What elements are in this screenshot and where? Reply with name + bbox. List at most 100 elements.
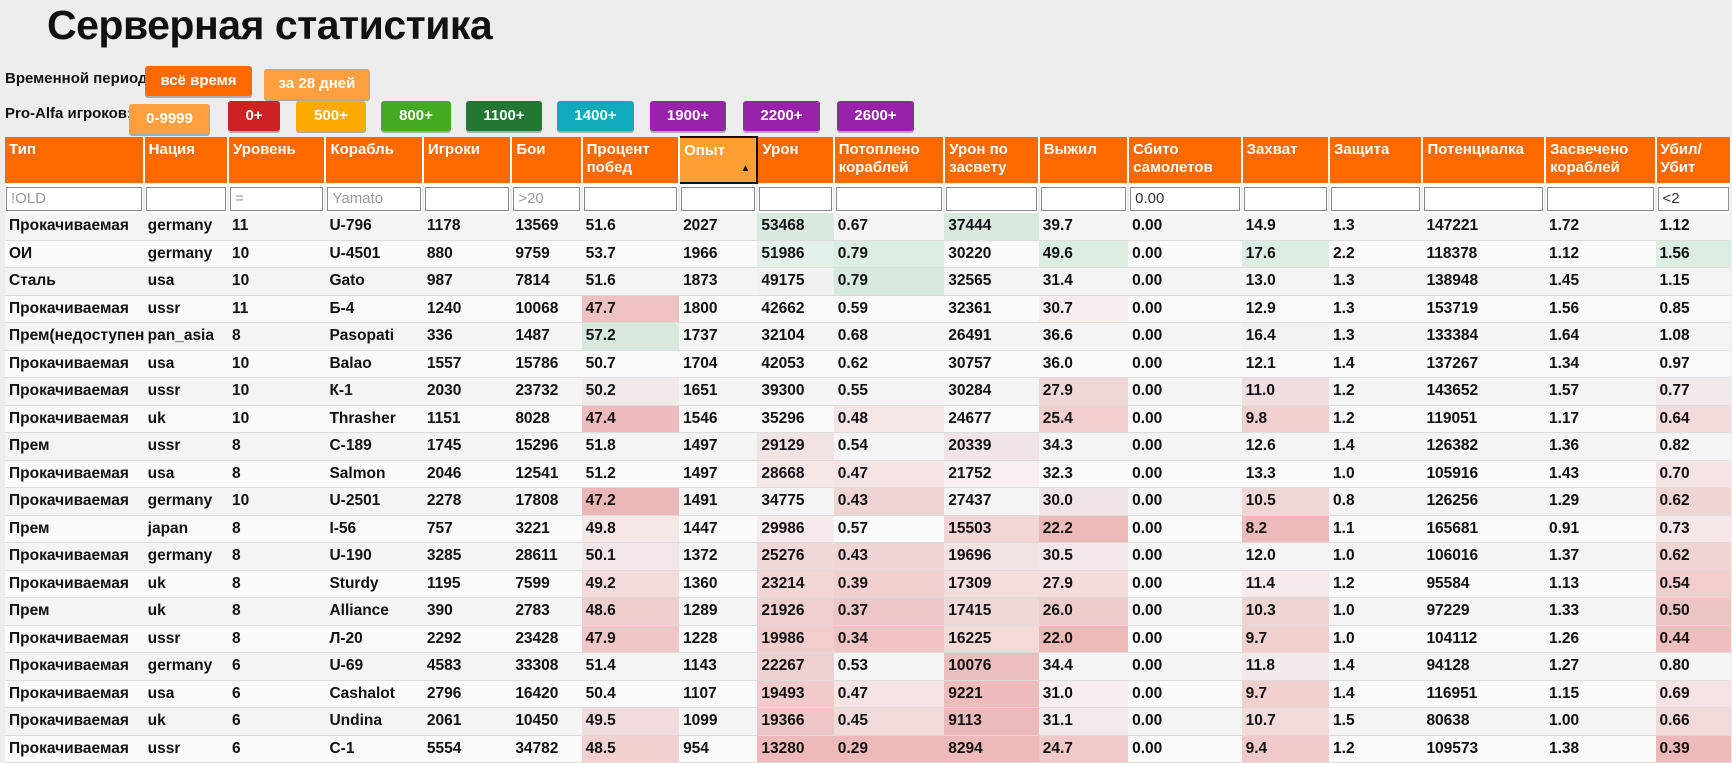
table-cell: 49.6	[1038, 240, 1129, 268]
column-header-5[interactable]: Бои	[511, 137, 583, 183]
table-cell: 13280	[757, 735, 834, 763]
filter-input-3[interactable]	[327, 186, 421, 211]
table-cell: 31.0	[1038, 680, 1129, 708]
column-header-label: Урон по засвету	[949, 141, 1008, 176]
table-cell: 47.9	[581, 625, 680, 653]
table-cell: 0.48	[833, 405, 945, 433]
column-header-9[interactable]: Потоплено кораблей	[833, 137, 946, 183]
pro-alfa-button-0[interactable]: 0-9999	[129, 104, 210, 134]
table-cell: Прокачиваемая	[5, 213, 144, 241]
table-cell: 0.79	[833, 240, 945, 268]
pro-alfa-button-3[interactable]: 800+	[381, 101, 451, 131]
column-header-15[interactable]: Потенциалка	[1422, 137, 1546, 183]
period-button-1[interactable]: за 28 дней	[264, 69, 370, 99]
column-header-11[interactable]: Выжил	[1038, 137, 1130, 183]
filter-input-16[interactable]	[1547, 186, 1654, 211]
filter-input-1[interactable]	[145, 186, 227, 211]
table-cell: Thrasher	[325, 405, 423, 433]
table-cell: 95584	[1422, 570, 1545, 598]
table-cell: 390	[422, 597, 512, 626]
table-cell: 1.37	[1545, 542, 1656, 571]
pro-alfa-button-2[interactable]: 500+	[296, 101, 366, 131]
table-cell: 0.66	[1655, 707, 1731, 736]
table-row: Прем uk 8 Alliance 390 2783 48.6 1289 21926 0.37 1…	[5, 597, 1731, 626]
column-header-1[interactable]: Нация	[143, 137, 230, 183]
column-header-4[interactable]: Игроки	[422, 137, 513, 183]
column-header-12[interactable]: Сбито самолетов	[1128, 137, 1243, 183]
table-cell: 1.0	[1329, 597, 1423, 626]
table-cell: 1.15	[1545, 680, 1656, 708]
column-header-6[interactable]: Процент побед	[581, 137, 681, 183]
filter-input-17[interactable]	[1657, 186, 1729, 211]
filter-input-14[interactable]	[1331, 186, 1421, 211]
filter-input-13[interactable]	[1243, 186, 1328, 211]
table-cell: 49.5	[581, 707, 680, 736]
column-header-label: Захват	[1246, 141, 1298, 158]
table-cell: 1651	[679, 377, 758, 406]
table-cell: 42662	[757, 295, 834, 323]
period-button-0[interactable]: всё время	[145, 66, 252, 96]
table-cell: 2046	[422, 460, 512, 488]
pro-alfa-button-7[interactable]: 2200+	[743, 101, 820, 131]
column-header-13[interactable]: Захват	[1241, 137, 1331, 183]
table-cell: 1.29	[1545, 487, 1656, 516]
table-cell: 2030	[422, 377, 512, 406]
table-cell: 1.26	[1545, 625, 1656, 653]
table-cell: Прем	[5, 597, 144, 626]
filter-input-10[interactable]	[946, 186, 1037, 211]
table-cell: 0.37	[833, 597, 945, 626]
filter-input-6[interactable]	[583, 186, 678, 211]
table-cell: 1546	[679, 405, 758, 433]
table-cell: 133384	[1422, 322, 1545, 351]
table-cell: 51.4	[581, 652, 680, 681]
column-header-16[interactable]: Засвечено кораблей	[1545, 137, 1657, 183]
table-cell: 10	[228, 350, 326, 378]
pro-alfa-button-5[interactable]: 1400+	[557, 101, 634, 131]
table-cell: 165681	[1422, 515, 1545, 543]
table-cell: 19986	[757, 625, 834, 653]
table-cell: 34782	[511, 735, 582, 763]
filter-input-9[interactable]	[835, 186, 943, 211]
column-header-17[interactable]: Убил/ Убит	[1655, 137, 1732, 183]
table-cell: 1966	[679, 240, 758, 268]
filter-input-2[interactable]	[230, 186, 324, 211]
column-header-2[interactable]: Уровень	[228, 137, 327, 183]
table-cell: Прем	[5, 432, 144, 461]
column-header-8[interactable]: Урон	[757, 137, 835, 183]
pro-alfa-button-8[interactable]: 2600+	[837, 101, 914, 131]
pro-alfa-button-6[interactable]: 1900+	[650, 101, 726, 131]
table-cell: 97229	[1422, 597, 1545, 626]
filter-input-15[interactable]	[1424, 186, 1543, 211]
table-cell: 32104	[757, 322, 834, 351]
table-cell: 24.7	[1038, 735, 1129, 763]
table-cell: 39.7	[1038, 213, 1129, 241]
column-header-10[interactable]: Урон по засвету	[944, 137, 1040, 183]
filter-input-4[interactable]	[424, 186, 510, 211]
filter-cell	[325, 183, 424, 213]
table-cell: 6	[228, 707, 326, 736]
table-cell: 0.47	[833, 460, 945, 488]
filter-input-11[interactable]	[1040, 186, 1127, 211]
filter-input-8[interactable]	[759, 186, 832, 211]
table-cell: 51.6	[581, 267, 680, 296]
filter-input-5[interactable]	[513, 186, 580, 211]
table-cell: 1143	[679, 652, 758, 681]
table-cell: Прокачиваемая	[5, 350, 144, 378]
filter-input-12[interactable]	[1130, 186, 1240, 211]
table-cell: 1.3	[1329, 267, 1423, 296]
table-cell: 1.2	[1329, 377, 1423, 406]
column-header-14[interactable]: Защита	[1329, 137, 1424, 183]
table-cell: 1.0	[1329, 625, 1423, 653]
pro-alfa-button-1[interactable]: 0+	[228, 101, 280, 131]
column-header-3[interactable]: Корабль	[325, 137, 424, 183]
table-cell: 21926	[757, 597, 834, 626]
pro-alfa-button-4[interactable]: 1100+	[466, 101, 542, 131]
filter-input-0[interactable]	[6, 186, 142, 211]
column-header-7[interactable]: Опыт ▲	[678, 136, 759, 184]
table-cell: 7599	[511, 570, 582, 598]
table-cell: U-2501	[325, 487, 423, 516]
table-cell: 22.0	[1038, 625, 1129, 653]
pro-alfa-label: Pro-Alfa игроков:	[5, 105, 132, 122]
filter-input-7[interactable]	[681, 187, 756, 211]
column-header-0[interactable]: Тип	[5, 137, 145, 183]
